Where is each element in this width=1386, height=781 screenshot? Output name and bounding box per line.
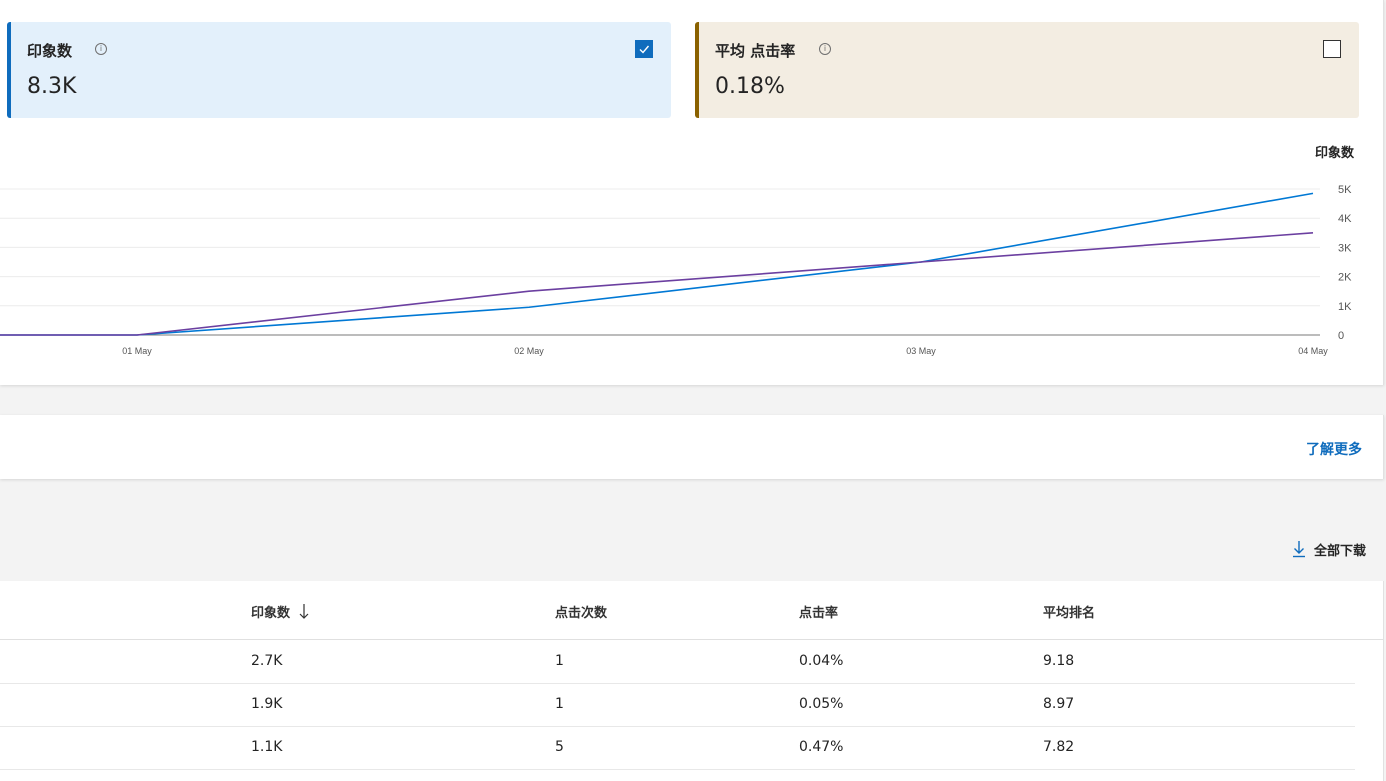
- y-axis-title: 印象数: [1315, 145, 1355, 160]
- cell-ctr: 0.05%: [799, 696, 844, 712]
- x-tick-label: 04 May: [1298, 346, 1328, 356]
- line-chart-svg: 0 1K 2K 3K 4K 5K 印象数 01 May 02 May 03 May 04 May: [0, 145, 1355, 356]
- y-tick-label: 2K: [1338, 272, 1352, 284]
- sort-descending-icon[interactable]: [298, 602, 310, 620]
- info-icon[interactable]: i: [95, 43, 107, 55]
- table-row[interactable]: 2.7K 1 0.04% 9.18: [0, 640, 1355, 684]
- impressions-metric-value: 8.3K: [27, 74, 77, 99]
- x-tick-label: 02 May: [514, 346, 544, 356]
- series-line-1: [0, 192, 1314, 336]
- ctr-checkbox[interactable]: [1323, 40, 1341, 58]
- learn-more-banner: 了解更多: [0, 415, 1384, 479]
- cell-avg-position: 7.82: [1043, 739, 1075, 755]
- cell-impressions: 1.9K: [251, 696, 283, 712]
- download-all-button[interactable]: 全部下载: [1292, 539, 1366, 559]
- x-tick-label: 01 May: [122, 346, 152, 356]
- cell-ctr: 0.04%: [799, 653, 844, 669]
- column-header-avg-position[interactable]: 平均排名: [1043, 602, 1095, 621]
- impressions-checkbox[interactable]: [635, 40, 653, 58]
- cell-clicks: 5: [555, 739, 564, 755]
- column-header-ctr[interactable]: 点击率: [799, 602, 838, 621]
- column-header-clicks[interactable]: 点击次数: [555, 602, 607, 621]
- x-tick-label: 03 May: [906, 346, 936, 356]
- download-icon: [1292, 541, 1305, 558]
- y-tick-label: 3K: [1338, 242, 1352, 254]
- impressions-metric-title: 印象数: [27, 42, 73, 60]
- ctr-metric-tile[interactable]: 平均 点击率 i 0.18%: [695, 22, 1359, 118]
- y-tick-label: 1K: [1338, 301, 1352, 313]
- performance-card: 印象数 i 8.3K 平均 点击率 i 0.18% 0 1K 2K 3K 4K 5K 印象数…: [0, 0, 1384, 385]
- y-tick-label: 5K: [1338, 184, 1352, 196]
- learn-more-link[interactable]: 了解更多: [1306, 439, 1362, 459]
- table-row[interactable]: 1.9K 1 0.05% 8.97: [0, 683, 1355, 727]
- line-chart: 0 1K 2K 3K 4K 5K 印象数 01 May 02 May 03 May 04 May: [0, 130, 1383, 380]
- y-tick-label: 4K: [1338, 213, 1352, 225]
- table-row[interactable]: 1.1K 5 0.47% 7.82: [0, 726, 1355, 770]
- impressions-metric-tile[interactable]: 印象数 i 8.3K: [7, 22, 671, 118]
- y-tick-label: 0: [1338, 330, 1344, 342]
- ctr-metric-value: 0.18%: [715, 74, 785, 99]
- cell-avg-position: 8.97: [1043, 696, 1075, 712]
- cell-impressions: 2.7K: [251, 653, 283, 669]
- cell-avg-position: 9.18: [1043, 653, 1075, 669]
- keywords-table: 印象数 点击次数 点击率 平均排名 2.7K 1 0.04% 9.18 1.9K…: [0, 581, 1384, 781]
- column-header-impressions[interactable]: 印象数: [251, 602, 290, 621]
- info-icon[interactable]: i: [819, 43, 831, 55]
- cell-clicks: 1: [555, 653, 564, 669]
- table-header-row: 印象数 点击次数 点击率 平均排名: [0, 581, 1383, 640]
- cell-impressions: 1.1K: [251, 739, 283, 755]
- cell-clicks: 1: [555, 696, 564, 712]
- ctr-metric-title: 平均 点击率: [715, 42, 796, 60]
- series-line-2: [0, 232, 1314, 336]
- cell-ctr: 0.47%: [799, 739, 844, 755]
- checkmark-icon: [639, 45, 650, 54]
- download-all-label: 全部下载: [1313, 543, 1366, 559]
